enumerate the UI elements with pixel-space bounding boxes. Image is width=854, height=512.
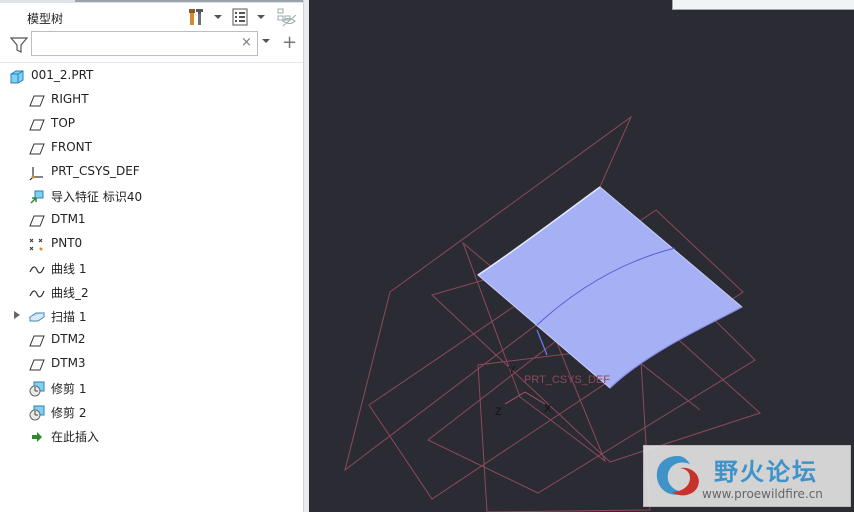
model-scene: PRT_CSYS_DEF Y Z X <box>344 115 761 512</box>
flame-logo-icon <box>656 456 699 496</box>
watermark-url: www.proewildfire.cn <box>702 487 823 501</box>
axis-x-label: X <box>544 403 552 415</box>
csys-label: PRT_CSYS_DEF <box>524 374 610 386</box>
axis-z-label: Z <box>495 406 502 418</box>
view-toolbar[interactable] <box>672 0 854 10</box>
watermark-logo: 野火论坛 www.proewildfire.cn <box>643 445 851 507</box>
axis-y-label: Y <box>508 365 516 377</box>
csys-axis-y <box>536 329 548 356</box>
watermark-title: 野火论坛 <box>714 458 818 486</box>
swept-surface <box>477 186 743 389</box>
